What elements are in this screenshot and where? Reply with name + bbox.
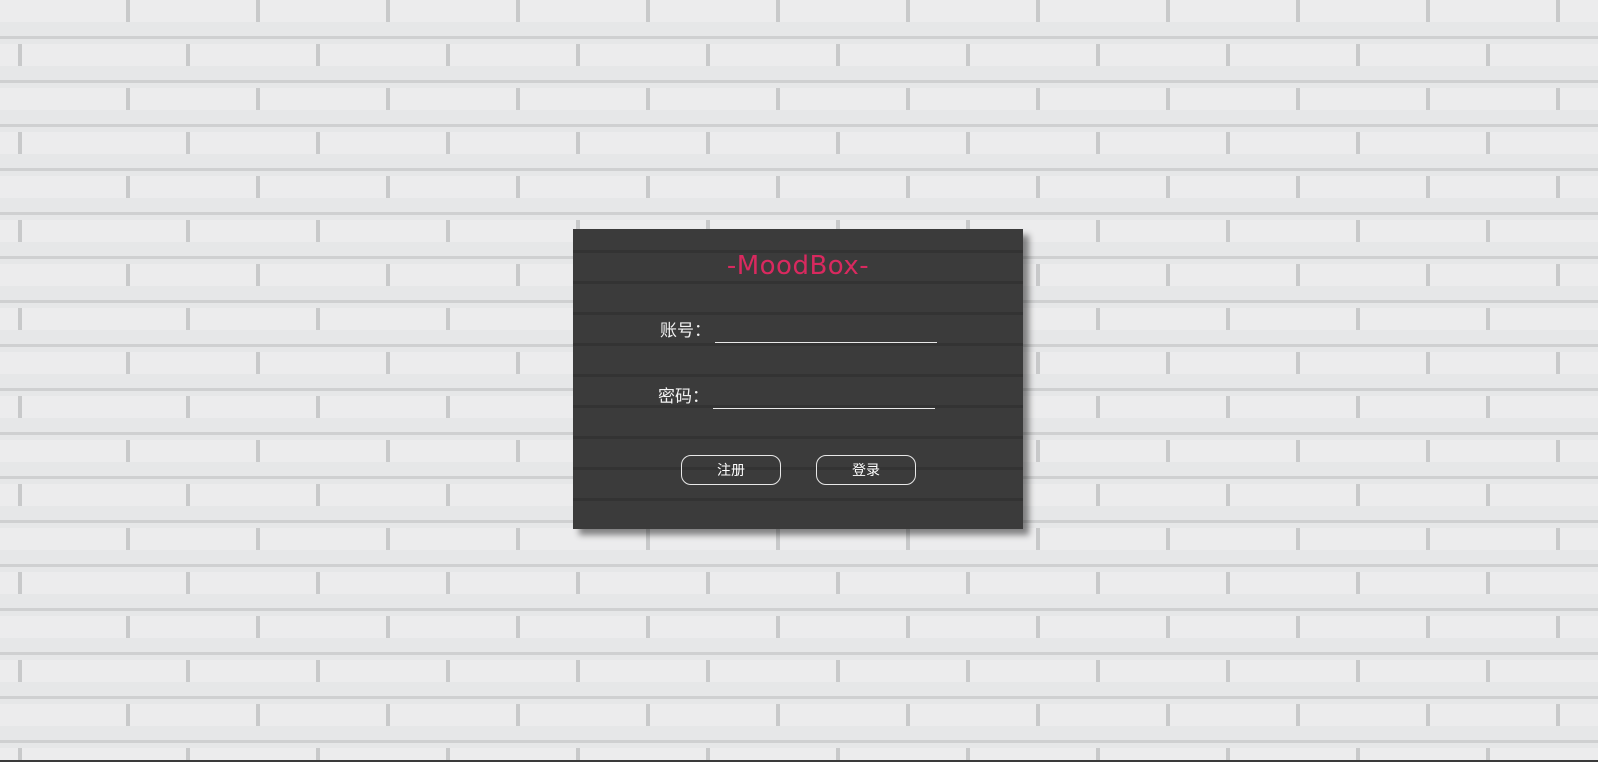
brick-row [0, 176, 1598, 198]
login-button[interactable]: 登录 [816, 455, 916, 485]
brick-row [0, 88, 1598, 110]
password-input[interactable] [713, 386, 935, 409]
password-label: 密码： [658, 387, 709, 407]
account-row: 账号： [660, 315, 937, 343]
app-title: -MoodBox- [726, 251, 870, 281]
login-card: -MoodBox- 账号： 密码： 注册 登录 [573, 229, 1023, 529]
brick-row [0, 44, 1598, 66]
brick-row [0, 572, 1598, 594]
account-label: 账号： [660, 321, 711, 341]
brick-row [0, 132, 1598, 154]
brick-row [0, 704, 1598, 726]
account-input[interactable] [715, 320, 937, 343]
brick-row [0, 528, 1598, 550]
brick-row [0, 0, 1598, 22]
register-button[interactable]: 注册 [681, 455, 781, 485]
brick-row [0, 616, 1598, 638]
password-row: 密码： [658, 381, 935, 409]
brick-row [0, 660, 1598, 682]
